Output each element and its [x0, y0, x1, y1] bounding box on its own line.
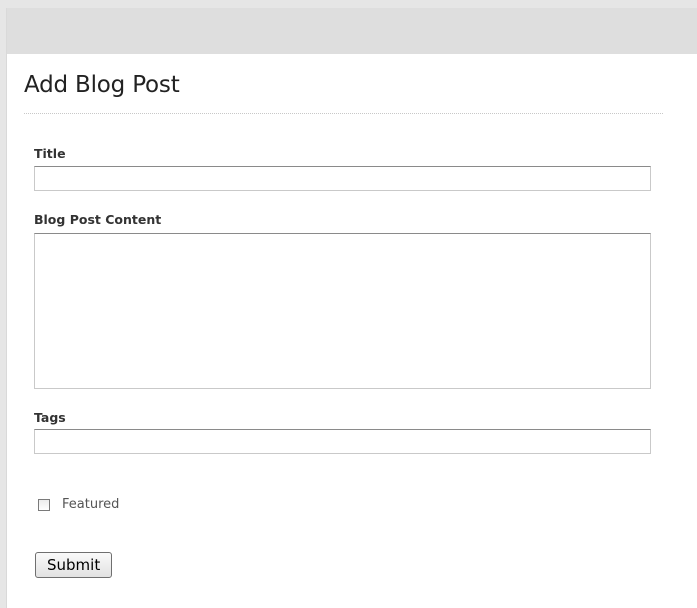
featured-checkbox[interactable]	[38, 498, 50, 511]
tags-label: Tags	[34, 410, 66, 425]
featured-row[interactable]: Featured	[38, 497, 119, 512]
tags-input[interactable]	[34, 429, 651, 454]
title-input[interactable]	[34, 166, 651, 191]
title-divider	[24, 113, 663, 114]
title-label: Title	[34, 146, 66, 161]
content-textarea[interactable]	[34, 233, 651, 389]
featured-label[interactable]: Featured	[62, 497, 119, 512]
page-title: Add Blog Post	[24, 72, 180, 98]
content-label: Blog Post Content	[34, 212, 162, 227]
submit-button[interactable]: Submit	[35, 552, 113, 578]
panel-header-bar	[7, 8, 697, 54]
